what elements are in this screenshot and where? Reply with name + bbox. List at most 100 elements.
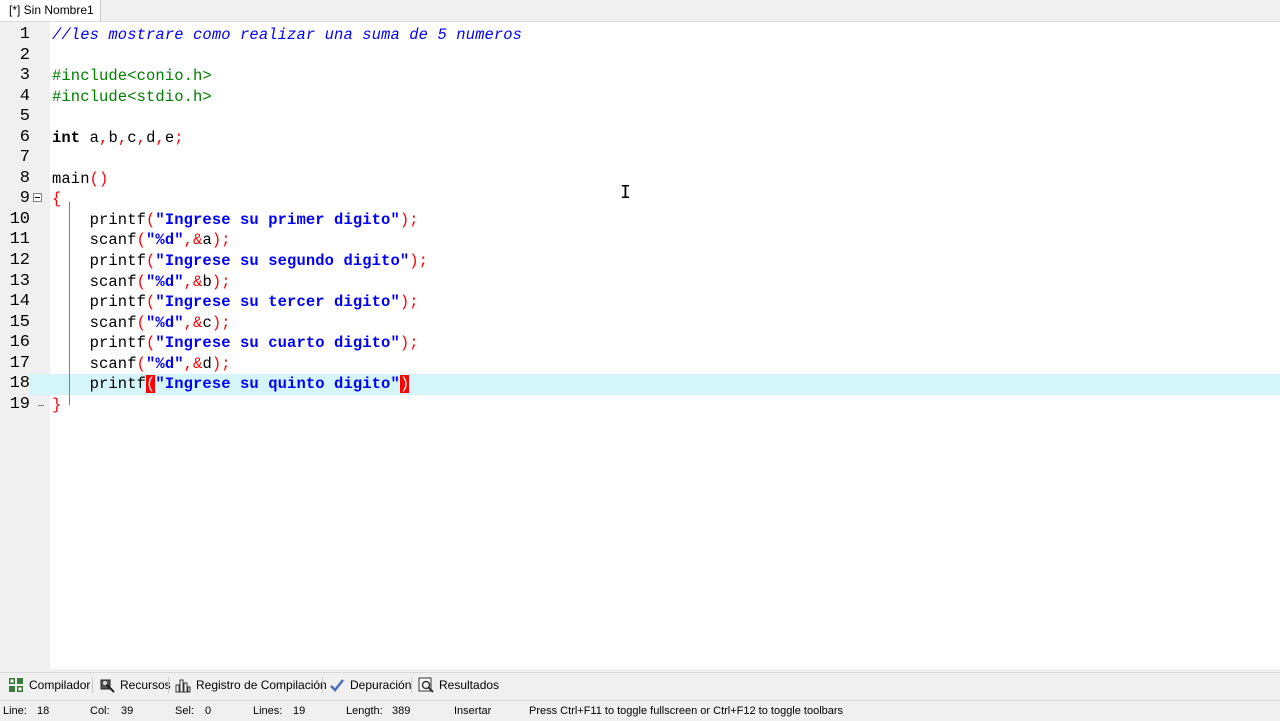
tab-depuracion[interactable]: Depuración — [325, 673, 415, 697]
code-token: ( — [136, 272, 147, 291]
status-length-label: Length: — [346, 705, 383, 717]
code-token: ( — [136, 354, 147, 373]
code-line[interactable]: 8 main() — [0, 169, 1280, 190]
tab-label: Compilador — [29, 678, 91, 692]
line-number: 9 — [19, 189, 30, 209]
code-token: c — [127, 128, 137, 147]
code-token: , — [136, 128, 147, 147]
code-token: "Ingrese su segundo digito" — [155, 252, 410, 271]
code-text: #include<stdio.h> — [52, 87, 212, 108]
status-bar: Line: 18 Col: 39 Sel: 0 Lines: 19 Length… — [0, 700, 1280, 721]
code-token: ,& — [183, 272, 203, 291]
tab-separator — [411, 677, 412, 693]
line-number: 18 — [0, 374, 30, 395]
line-number: 10 — [9, 209, 30, 229]
code-line[interactable]: 3 #include<conio.h> — [0, 66, 1280, 87]
code-line[interactable]: 4 #include<stdio.h> — [0, 87, 1280, 108]
code-line[interactable]: 15 scanf("%d",&c); — [0, 313, 1280, 334]
status-length-value: 389 — [392, 705, 411, 717]
code-line[interactable]: 13 scanf("%d",&b); — [0, 272, 1280, 293]
code-token: ( — [146, 293, 156, 312]
code-text: { — [52, 189, 61, 210]
code-token: ( — [146, 210, 156, 229]
status-sel-value: 0 — [205, 705, 212, 717]
code-line[interactable]: 2 — [0, 46, 1280, 67]
line-number: 13 — [9, 271, 30, 291]
code-token: ); — [399, 293, 419, 312]
code-token: ( — [146, 334, 156, 353]
line-number: 3 — [19, 66, 30, 86]
code-text: printf("Ingrese su primer digito"); — [52, 210, 419, 231]
code-token: ( — [146, 375, 156, 394]
code-text: scanf("%d",&b); — [52, 272, 231, 293]
code-line[interactable]: 11 scanf("%d",&a); — [0, 230, 1280, 251]
line-number: 12 — [9, 251, 30, 271]
line-number: 16 — [9, 333, 30, 353]
code-token: , — [155, 128, 165, 147]
tab-compilador[interactable]: Compilador — [4, 673, 94, 697]
line-number: 14 — [9, 292, 30, 312]
code-line[interactable]: 16 printf("Ingrese su cuarto digito"); — [0, 333, 1280, 354]
code-token: printf — [52, 334, 147, 353]
code-text: //les mostrare como realizar una suma de… — [52, 25, 522, 46]
code-line[interactable]: 14 printf("Ingrese su tercer digito"); — [0, 292, 1280, 313]
code-line[interactable]: 10 printf("Ingrese su primer digito"); — [0, 210, 1280, 231]
status-lines-label: Lines: — [253, 705, 283, 717]
tab-sin-nombre1[interactable]: [*] Sin Nombre1 — [0, 0, 101, 21]
code-token: ); — [211, 272, 231, 291]
fold-end-marker — [38, 405, 44, 406]
code-line[interactable]: 17 scanf("%d",&d); — [0, 354, 1280, 375]
line-number: 15 — [9, 312, 30, 332]
code-token: int — [52, 128, 81, 147]
status-lines-value: 19 — [293, 705, 306, 717]
code-token: scanf — [52, 354, 137, 373]
fold-margin — [31, 22, 70, 669]
status-line-value: 18 — [37, 705, 50, 717]
code-token: a — [202, 231, 212, 250]
text-cursor-icon: I — [620, 182, 631, 203]
code-line[interactable]: 6 int a,b,c,d,e; — [0, 128, 1280, 149]
code-text: scanf("%d",&d); — [52, 354, 231, 375]
code-token: "%d" — [146, 354, 184, 373]
tab-resultados[interactable]: Resultados — [414, 673, 503, 697]
code-line[interactable]: 19} — [0, 395, 1280, 416]
code-token: ); — [211, 313, 231, 332]
tab-label: Registro de Compilación — [196, 678, 327, 692]
tab-recursos[interactable]: Recursos — [95, 673, 175, 697]
magnifier-icon — [418, 677, 434, 693]
tab-separator — [92, 677, 93, 693]
code-token: ); — [399, 210, 419, 229]
fold-collapse-icon[interactable] — [33, 193, 42, 202]
code-line[interactable]: 9{ — [0, 189, 1280, 210]
code-line[interactable]: 12 printf("Ingrese su segundo digito"); — [0, 251, 1280, 272]
code-token: ); — [409, 252, 429, 271]
code-token: main — [52, 169, 90, 188]
code-text: #include<conio.h> — [52, 66, 212, 87]
tab-registro-de-compilacion[interactable]: Registro de Compilación — [171, 673, 331, 697]
code-line[interactable]: 5 — [0, 107, 1280, 128]
code-token: "%d" — [146, 272, 184, 291]
line-number: 2 — [19, 45, 30, 65]
code-token: ( — [136, 313, 147, 332]
code-editor[interactable]: 1 //les mostrare como realizar una suma d… — [0, 21, 1280, 669]
code-token: ( — [136, 231, 147, 250]
code-text: printf("Ingrese su segundo digito"); — [52, 251, 428, 272]
code-token: printf — [52, 252, 147, 271]
tab-label: Resultados — [439, 678, 500, 692]
line-number: 4 — [19, 86, 30, 106]
code-token: () — [89, 169, 109, 188]
code-token: ,& — [183, 231, 203, 250]
code-text: printf("Ingrese su tercer digito"); — [52, 292, 419, 313]
code-text: main() — [52, 169, 108, 190]
code-line[interactable]: 7 — [0, 148, 1280, 169]
line-number: 5 — [19, 107, 30, 127]
code-line[interactable]: 1 //les mostrare como realizar una suma d… — [0, 25, 1280, 46]
code-text: printf("Ingrese su quinto digito") — [52, 374, 410, 395]
code-token: ); — [211, 231, 231, 250]
code-token: printf — [52, 375, 147, 394]
code-token: a — [80, 128, 100, 147]
code-line[interactable]: 18 printf("Ingrese su quinto digito") — [0, 374, 1280, 395]
line-number: 11 — [9, 230, 30, 250]
code-text: printf("Ingrese su cuarto digito"); — [52, 333, 419, 354]
code-token: printf — [52, 210, 147, 229]
